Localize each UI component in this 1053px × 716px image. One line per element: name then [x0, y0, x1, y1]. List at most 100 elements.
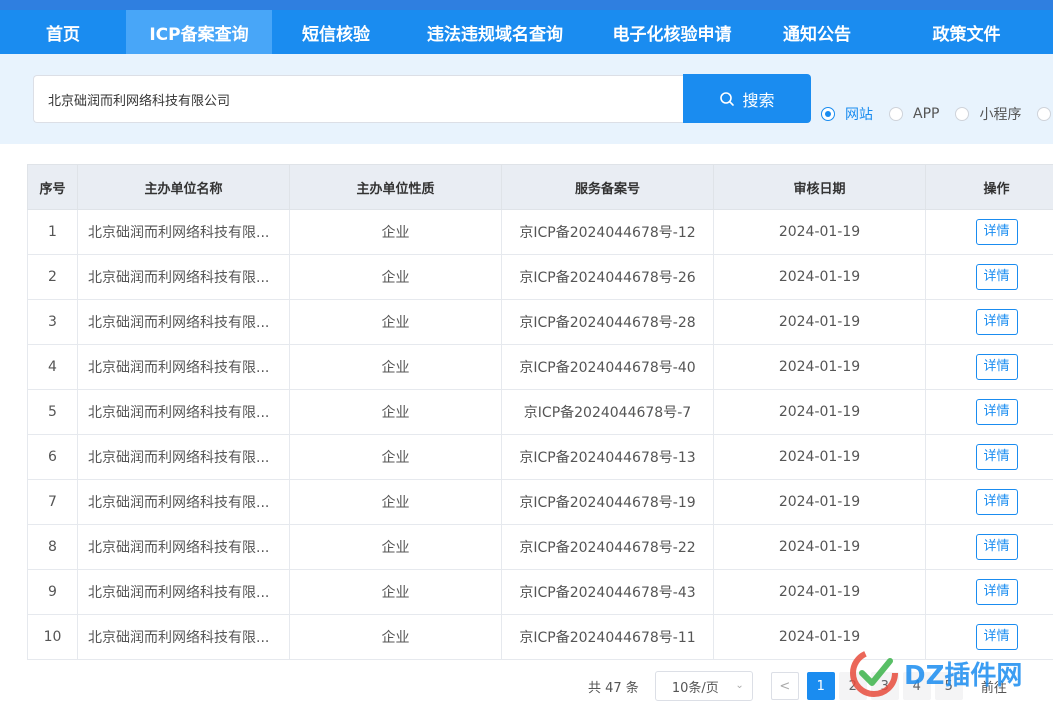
search-button-label: 搜索	[742, 90, 775, 110]
cell-name: 北京础润而利网络科技有限...	[77, 569, 290, 615]
column-header: 审核日期	[713, 164, 926, 210]
detail-button[interactable]: 详情	[975, 534, 1018, 560]
cell-no: 5	[27, 389, 78, 435]
top-nav: 首页 ICP备案查询 短信核验 违法违规域名查询 电子化核验申请 通知公告 政策文件	[0, 0, 1053, 54]
cell-icp: 京ICP备2024044678号-43	[501, 569, 714, 615]
table-row: 9 北京础润而利网络科技有限... 企业 京ICP备2024044678号-43 202…	[27, 569, 1053, 615]
cell-date: 2024-01-19	[713, 254, 926, 300]
cell-name: 北京础润而利网络科技有限...	[77, 479, 290, 525]
cell-action: 详情	[925, 389, 1053, 435]
cell-date: 2024-01-19	[713, 524, 926, 570]
cell-no: 8	[27, 524, 78, 570]
cell-icp: 京ICP备2024044678号-22	[501, 524, 714, 570]
pagination: 共 47 条 10条/页 ⌄ < 12345 前往	[588, 671, 1007, 701]
table-row: 8 北京础润而利网络科技有限... 企业 京ICP备2024044678号-22 202…	[27, 524, 1053, 570]
radio-dot-icon	[889, 107, 903, 121]
cell-icp: 京ICP备2024044678号-11	[501, 614, 714, 660]
cell-icp: 京ICP备2024044678号-19	[501, 479, 714, 525]
column-header: 主办单位名称	[77, 164, 290, 210]
nav-item-0[interactable]: 首页	[0, 10, 126, 54]
page-button[interactable]: 2	[838, 672, 867, 700]
detail-button[interactable]: 详情	[975, 354, 1018, 380]
page-numbers: 12345	[806, 672, 967, 700]
detail-button[interactable]: 详情	[975, 579, 1018, 605]
column-header: 操作	[925, 164, 1053, 210]
radio-dot-icon	[821, 107, 835, 121]
detail-button[interactable]: 详情	[975, 309, 1018, 335]
cell-icp: 京ICP备2024044678号-28	[501, 299, 714, 345]
cell-icp: 京ICP备2024044678号-7	[501, 389, 714, 435]
detail-button[interactable]: 详情	[975, 624, 1018, 650]
page-size-label: 10条/页	[671, 680, 719, 696]
radio-label: APP	[913, 106, 940, 122]
detail-button[interactable]: 详情	[975, 489, 1018, 515]
detail-button[interactable]: 详情	[975, 444, 1018, 470]
page-button[interactable]: 4	[902, 672, 931, 700]
cell-date: 2024-01-19	[713, 569, 926, 615]
radio-option-2[interactable]: 小程序	[955, 104, 1021, 124]
cell-no: 10	[27, 614, 78, 660]
cell-no: 9	[27, 569, 78, 615]
cell-date: 2024-01-19	[713, 299, 926, 345]
page-button[interactable]: 1	[806, 672, 835, 700]
table-row: 3 北京础润而利网络科技有限... 企业 京ICP备2024044678号-28 202…	[27, 299, 1053, 345]
radio-option-1[interactable]: APP	[889, 106, 939, 122]
total-count: 共 47 条	[588, 680, 639, 696]
page-button[interactable]: 5	[934, 672, 963, 700]
column-header: 主办单位性质	[289, 164, 502, 210]
cell-name: 北京础润而利网络科技有限...	[77, 389, 290, 435]
radio-option-0[interactable]: 网站	[821, 104, 873, 124]
radio-dot-icon	[955, 107, 970, 121]
chevron-down-icon: ⌄	[735, 680, 744, 691]
cell-name: 北京础润而利网络科技有限...	[77, 254, 290, 300]
detail-button[interactable]: 详情	[975, 264, 1018, 290]
table-row: 2 北京础润而利网络科技有限... 企业 京ICP备2024044678号-26 202…	[27, 254, 1053, 300]
detail-button[interactable]: 详情	[975, 399, 1018, 425]
search-input[interactable]	[33, 75, 685, 123]
search-area: 搜索 网站 APP 小程序快	[0, 54, 1053, 144]
cell-date: 2024-01-19	[713, 434, 926, 480]
cell-name: 北京础润而利网络科技有限...	[77, 209, 290, 255]
table-row: 4 北京础润而利网络科技有限... 企业 京ICP备2024044678号-40 202…	[27, 344, 1053, 390]
cell-no: 3	[27, 299, 78, 345]
table-row: 1 北京础润而利网络科技有限... 企业 京ICP备2024044678号-12 202…	[27, 209, 1053, 255]
cell-action: 详情	[925, 479, 1053, 525]
cell-icp: 京ICP备2024044678号-26	[501, 254, 714, 300]
table-header-row: 序号 主办单位名称 主办单位性质 服务备案号 审核日期 操作	[27, 164, 1053, 210]
cell-action: 详情	[925, 614, 1053, 660]
nav-item-3[interactable]: 违法违规域名查询	[400, 10, 590, 54]
cell-icp: 京ICP备2024044678号-12	[501, 209, 714, 255]
jump-label: 前往	[980, 680, 1007, 696]
nav-item-2[interactable]: 短信核验	[272, 10, 400, 54]
cell-no: 4	[27, 344, 78, 390]
cell-no: 6	[27, 434, 78, 480]
type-radio-group: 网站 APP 小程序快	[821, 104, 1053, 124]
table-row: 5 北京础润而利网络科技有限... 企业 京ICP备2024044678号-7 2024…	[27, 389, 1053, 435]
cell-type: 企业	[289, 569, 502, 615]
detail-button[interactable]: 详情	[975, 219, 1018, 245]
cell-date: 2024-01-19	[713, 344, 926, 390]
prev-page-button[interactable]: <	[770, 672, 799, 700]
cell-icp: 京ICP备2024044678号-40	[501, 344, 714, 390]
cell-type: 企业	[289, 479, 502, 525]
nav-item-5[interactable]: 通知公告	[754, 10, 880, 54]
cell-no: 1	[27, 209, 78, 255]
cell-date: 2024-01-19	[713, 479, 926, 525]
search-button[interactable]: 搜索	[683, 74, 811, 123]
radio-dot-icon	[1037, 107, 1052, 121]
page-size-select[interactable]: 10条/页 ⌄	[654, 671, 753, 701]
results-table: 序号 主办单位名称 主办单位性质 服务备案号 审核日期 操作 1 北京础润而利网络科技有限.…	[27, 164, 1053, 660]
nav-item-6[interactable]: 政策文件	[880, 10, 1053, 54]
search-icon	[720, 91, 735, 106]
cell-type: 企业	[289, 254, 502, 300]
radio-label: 小程序	[979, 107, 1022, 123]
table-row: 7 北京础润而利网络科技有限... 企业 京ICP备2024044678号-19 202…	[27, 479, 1053, 525]
page-button[interactable]: 3	[870, 672, 899, 700]
radio-option-truncated[interactable]: 快	[1037, 104, 1053, 124]
cell-no: 7	[27, 479, 78, 525]
cell-action: 详情	[925, 254, 1053, 300]
cell-name: 北京础润而利网络科技有限...	[77, 524, 290, 570]
cell-type: 企业	[289, 344, 502, 390]
nav-item-1[interactable]: ICP备案查询	[126, 10, 272, 54]
nav-item-4[interactable]: 电子化核验申请	[590, 10, 754, 54]
